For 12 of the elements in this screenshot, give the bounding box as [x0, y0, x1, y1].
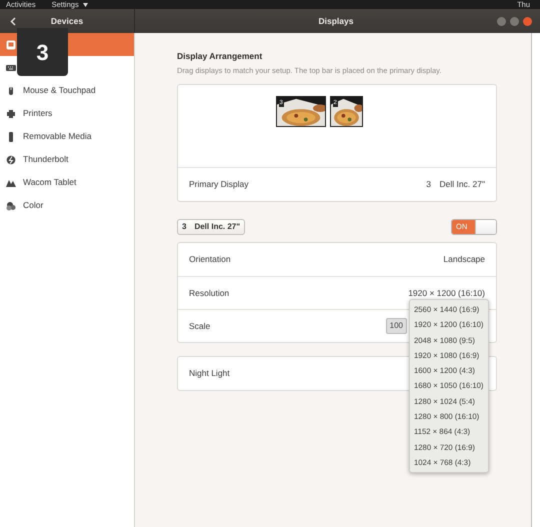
- display-number-overlay: 3: [17, 28, 68, 76]
- row-value: Landscape: [443, 253, 485, 266]
- row-label: Orientation: [189, 253, 231, 266]
- row-label: Night Light: [189, 367, 230, 380]
- row-label: Resolution: [189, 286, 230, 300]
- row-label: Scale: [189, 320, 210, 332]
- row-label: Primary Display: [189, 178, 249, 191]
- section-title: Display Arrangement: [177, 50, 264, 63]
- window-title: Displays: [318, 14, 354, 28]
- row-value: 3 Dell Inc. 27": [426, 178, 485, 191]
- row-value: 1920 × 1200 (16:10): [408, 286, 485, 300]
- header-section-title: Devices: [50, 14, 84, 28]
